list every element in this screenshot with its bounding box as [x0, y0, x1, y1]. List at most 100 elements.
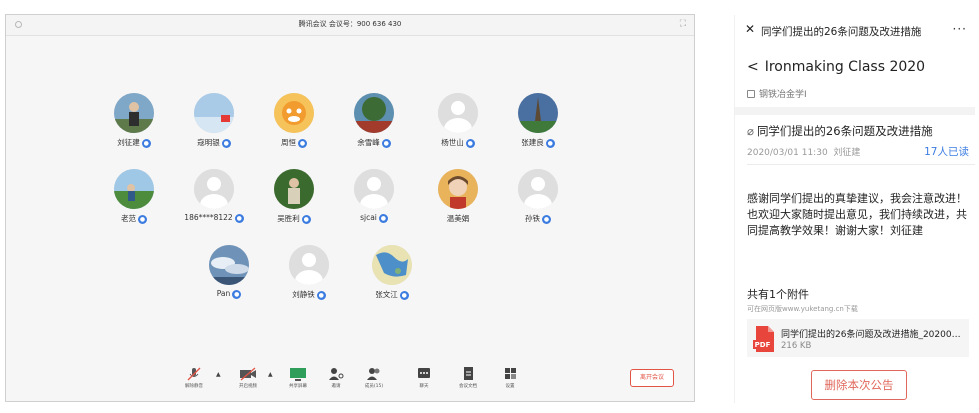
pdf-type-label: PDF: [755, 341, 771, 349]
members-label: 成员(15): [364, 384, 384, 389]
participant-tile[interactable]: 186****8122 ●: [169, 169, 259, 231]
section-divider: [735, 107, 975, 115]
participant-name: 余雪峰: [357, 138, 380, 147]
microphone-icon: ●: [232, 289, 242, 299]
avatar: [194, 169, 234, 209]
close-icon[interactable]: ✕: [745, 23, 755, 35]
mic-options-caret[interactable]: ▲: [216, 371, 221, 378]
chat-label: 聊天: [419, 384, 429, 389]
microphone-icon: ●: [381, 138, 391, 148]
nav-title: 同学们提出的26条问题及改进措施: [761, 26, 922, 38]
settings-grid-icon: [505, 368, 516, 379]
start-video-button[interactable]: 开启视频: [228, 367, 268, 397]
back-to-course[interactable]: < Ironmaking Class 2020: [747, 59, 925, 75]
participant-name-row: 吴胜利 ●: [249, 213, 339, 224]
meeting-toolbar: 解除静音 ▲ 开启视频 ▲ 共享屏幕 邀请 成员(15) 聊天 会议文档 设置 …: [6, 355, 694, 401]
avatar: [354, 169, 394, 209]
participant-name: 老范: [121, 214, 136, 223]
microphone-icon: ●: [138, 214, 147, 224]
participant-name-row: 刘征建 ●: [89, 137, 179, 148]
participant-name: 刘征建: [117, 138, 140, 147]
participant-tile[interactable]: sjcai ●: [329, 169, 419, 231]
participant-name-row: 刘静铁 ●: [264, 289, 354, 300]
participant-tile[interactable]: 张建良 ●: [493, 93, 583, 155]
attachment-file-name: 同学们提出的26条问题及改进措施_20200…: [781, 330, 961, 340]
microphone-icon: ●: [378, 213, 388, 223]
more-options-icon[interactable]: ···: [953, 22, 967, 36]
participant-tile[interactable]: 吴胜利 ●: [249, 169, 339, 231]
participant-tile[interactable]: 老范 ●: [89, 169, 179, 231]
avatar: [372, 245, 412, 285]
participant-tile[interactable]: 周恒 ●: [249, 93, 339, 155]
read-count-link[interactable]: 17人已读: [924, 144, 969, 159]
announcement-panel: ✕ 同学们提出的26条问题及改进措施 ··· < Ironmaking Class…: [734, 15, 975, 403]
announcement-meta: 2020/03/01 11:30 刘征建: [747, 145, 860, 158]
chat-icon: [418, 368, 430, 378]
share-screen-button[interactable]: 共享屏幕: [278, 367, 318, 397]
participant-tile[interactable]: 寇明银 ●: [169, 93, 259, 155]
participant-name-row: 周恒 ●: [249, 137, 339, 148]
participant-name-row: 杨世山 ●: [413, 137, 503, 148]
participant-name: 温美娟: [446, 214, 470, 223]
participant-name-row: 寇明银 ●: [169, 137, 259, 148]
meeting-docs-label: 会议文档: [459, 384, 477, 389]
participant-name: 孙铁: [525, 214, 540, 223]
avatar: [438, 169, 478, 209]
participant-name-row: 孙铁 ●: [493, 213, 583, 224]
microphone-icon: ●: [316, 290, 326, 300]
participant-name-row: Pan ●: [184, 289, 274, 299]
microphone-icon: ●: [542, 214, 551, 224]
members-icon: [367, 368, 380, 380]
pdf-file-icon: PDF: [753, 326, 774, 352]
meeting-docs-button[interactable]: 会议文档: [448, 367, 488, 397]
participant-name: 张文江: [375, 290, 398, 299]
avatar: [438, 93, 478, 133]
participant-tile[interactable]: 孙铁 ●: [493, 169, 583, 231]
participant-name: sjcai: [360, 213, 377, 222]
microphone-icon: ●: [221, 138, 231, 148]
participant-tile[interactable]: 杨世山 ●: [413, 93, 503, 155]
settings-button[interactable]: 设置: [490, 367, 530, 397]
participant-name-row: 张建良 ●: [493, 137, 583, 148]
meeting-window: 腾讯会议 会议号：900 636 430 ⛶ 刘征建 ● 寇明银 ● 周恒 ● 余雪峰 ● 杨世…: [5, 14, 695, 402]
announcement-title: 同学们提出的26条问题及改进措施: [756, 124, 933, 138]
course-subtitle: 钢铁冶金学I: [759, 90, 807, 100]
participant-tile[interactable]: 刘静铁 ●: [264, 245, 354, 307]
participant-name-row: sjcai ●: [329, 213, 419, 223]
microphone-icon: ●: [465, 138, 475, 148]
share-screen-icon: [290, 368, 306, 381]
participant-name: 张建良: [521, 138, 544, 147]
members-button[interactable]: 成员(15): [354, 367, 394, 397]
invite-label: 邀请: [331, 384, 341, 389]
participant-name: 寇明银: [197, 138, 220, 147]
avatar: [518, 93, 558, 133]
participant-tile[interactable]: Pan ●: [184, 245, 274, 307]
participant-name-row: 温美娟: [413, 213, 503, 224]
participant-name: Pan: [216, 289, 231, 298]
video-options-caret[interactable]: ▲: [268, 371, 273, 378]
unmute-button[interactable]: 解除静音: [174, 367, 214, 397]
avatar: [274, 93, 314, 133]
invite-button[interactable]: 邀请: [316, 367, 356, 397]
announcement-author: 刘征建: [833, 148, 861, 158]
participant-grid: 刘征建 ● 寇明银 ● 周恒 ● 余雪峰 ● 杨世山 ● 张建良 ● 老范 ● 186****8122 ● 吴胜…: [6, 35, 694, 355]
document-icon: [464, 367, 473, 380]
invite-icon: [329, 368, 344, 380]
participant-tile[interactable]: 余雪峰 ●: [329, 93, 419, 155]
chat-button[interactable]: 聊天: [404, 367, 444, 397]
divider: [747, 164, 975, 165]
calendar-icon: [747, 90, 755, 98]
participant-tile[interactable]: 温美娟: [413, 169, 503, 231]
avatar: [114, 93, 154, 133]
paperclip-icon: ⌀: [747, 124, 754, 138]
attachment-file[interactable]: PDF 同学们提出的26条问题及改进措施_20200… 216 KB: [747, 319, 969, 357]
delete-announcement-button[interactable]: 删除本次公告: [811, 370, 907, 400]
attachment-download-note: 可在网页版www.yuketang.cn下载: [747, 305, 858, 313]
fullscreen-icon[interactable]: ⛶: [680, 19, 686, 29]
participant-tile[interactable]: 张文江 ●: [347, 245, 437, 307]
avatar: [209, 245, 249, 285]
participant-tile[interactable]: 刘征建 ●: [89, 93, 179, 155]
leave-meeting-button[interactable]: 离开会议: [630, 369, 674, 387]
participant-name: 周恒: [281, 138, 296, 147]
participant-name-row: 老范 ●: [89, 213, 179, 224]
